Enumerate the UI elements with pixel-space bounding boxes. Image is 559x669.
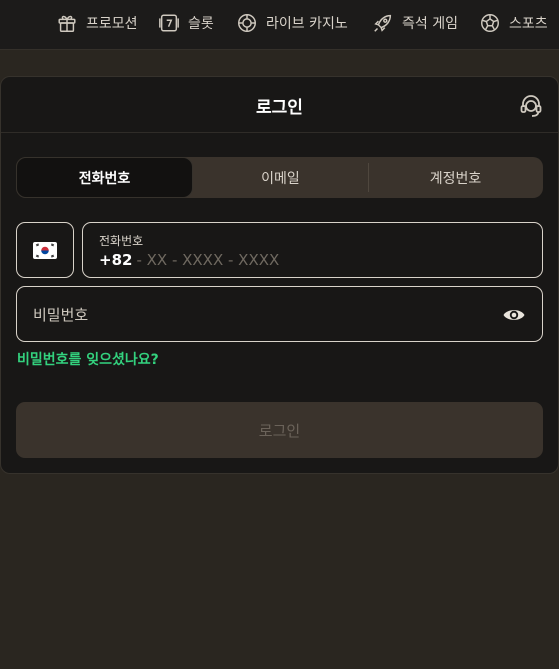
nav-item-label: 프로모션 — [86, 16, 138, 32]
tab-label: 이메일 — [261, 170, 300, 187]
tab-email[interactable]: 이메일 — [193, 157, 368, 198]
eye-icon[interactable] — [502, 304, 526, 326]
tab-account-number[interactable]: 계정번호 — [368, 157, 543, 198]
nav-item-label: 라이브 카지노 — [266, 16, 348, 32]
tab-phone[interactable]: 전화번호 — [16, 157, 193, 198]
support-headset-icon[interactable] — [518, 93, 544, 119]
nav-item-live-casino[interactable]: 라이브 카지노 — [236, 0, 348, 46]
rocket-icon — [374, 14, 392, 32]
nav-item-instant-games[interactable]: 즉석 게임 — [372, 0, 458, 46]
country-prefix: +82 — [99, 251, 133, 269]
country-code-selector[interactable] — [16, 222, 74, 278]
nav-item-label: 즉석 게임 — [402, 16, 458, 32]
modal-header: 로그인 — [1, 77, 558, 133]
top-navigation: 프로모션 슬롯 라이브 카지노 즉석 게임 스포츠 — [0, 0, 559, 50]
login-button[interactable]: 로그인 — [16, 402, 543, 458]
nav-item-label: 스포츠 — [509, 16, 548, 32]
password-field[interactable]: 비밀번호 — [16, 286, 543, 342]
nav-item-slots[interactable]: 슬롯 — [158, 0, 214, 46]
slot-icon — [159, 14, 179, 32]
casino-chip-icon — [238, 14, 256, 32]
tab-label: 계정번호 — [429, 170, 482, 187]
login-button-label: 로그인 — [258, 421, 301, 440]
nav-item-sports[interactable]: 스포츠 — [479, 0, 548, 46]
soccer-ball-icon — [481, 14, 499, 32]
south-korea-flag-icon — [33, 241, 57, 259]
nav-item-label: 슬롯 — [188, 16, 214, 32]
tab-label: 전화번호 — [78, 170, 131, 187]
phone-field-label: 전화번호 — [99, 234, 144, 248]
login-method-tabs: 전화번호 이메일 계정번호 — [16, 157, 543, 198]
phone-placeholder: - XX - XXXX - XXXX — [136, 251, 280, 269]
login-modal: 로그인 전화번호 이메일 계정번호 전화번호 +82 - XX - XXXX -… — [0, 76, 559, 474]
nav-item-promotion[interactable]: 프로모션 — [56, 0, 138, 46]
gift-icon — [58, 15, 76, 32]
password-placeholder: 비밀번호 — [33, 306, 89, 324]
phone-input-field[interactable]: 전화번호 +82 - XX - XXXX - XXXX — [82, 222, 543, 278]
modal-title: 로그인 — [256, 98, 303, 118]
phone-input[interactable]: +82 - XX - XXXX - XXXX — [99, 251, 279, 269]
forgot-password-link[interactable]: 비밀번호를 잊으셨나요? — [17, 349, 159, 369]
